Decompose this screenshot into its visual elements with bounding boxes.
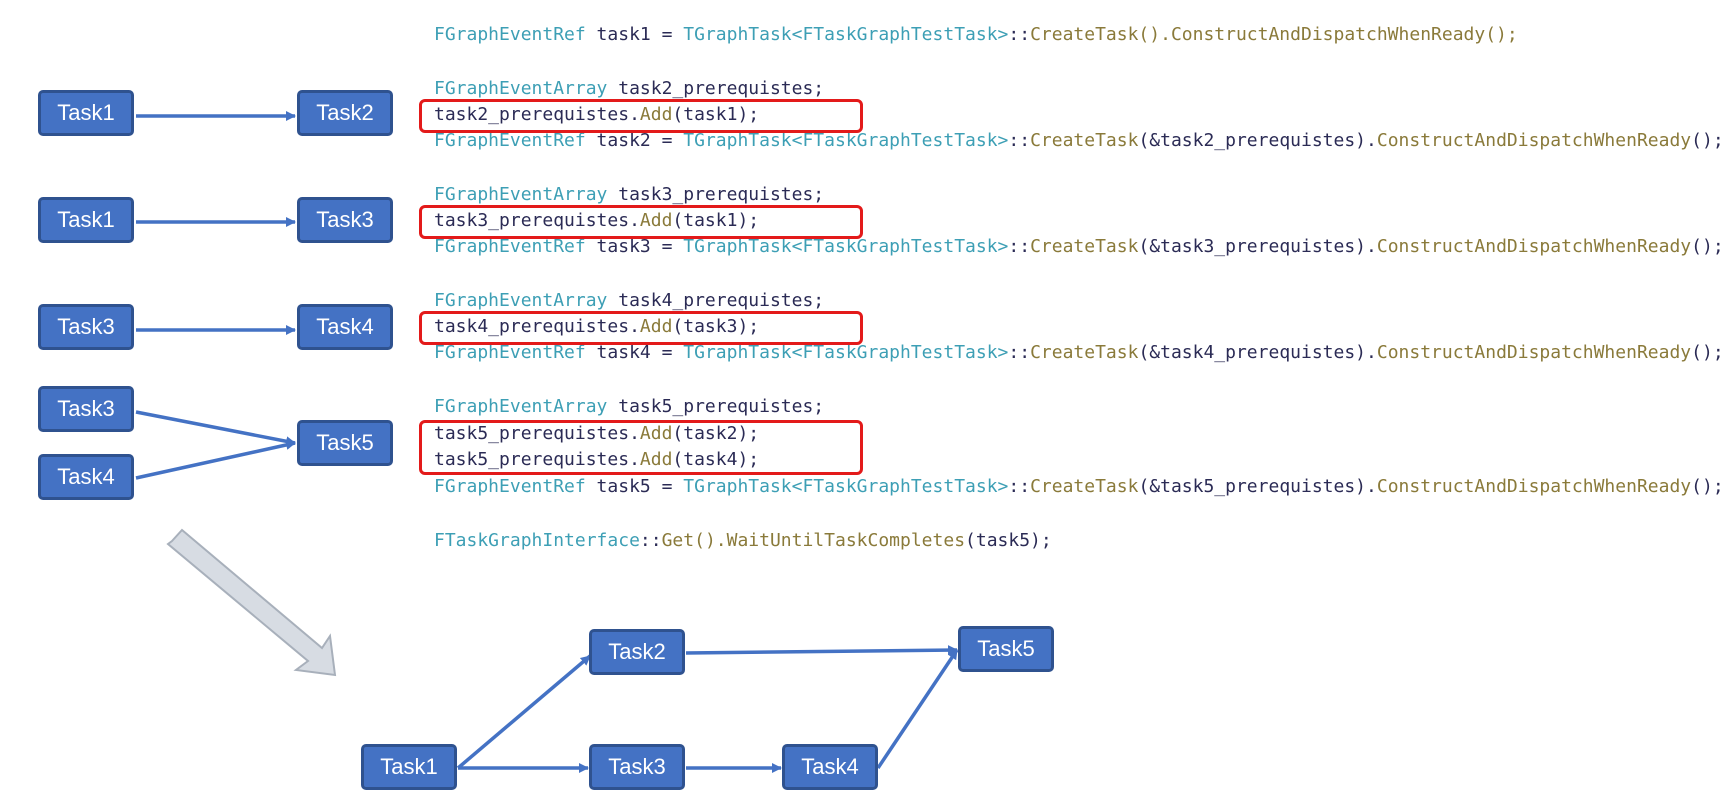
code-func: CreateTask bbox=[1030, 236, 1139, 257]
code-text: (); bbox=[1691, 342, 1724, 363]
code-type: TGraphTask<FTaskGraphTestTask> bbox=[683, 130, 1009, 151]
code-text: :: bbox=[1008, 24, 1031, 45]
node-task4: Task4 bbox=[297, 304, 393, 350]
code-text: :: bbox=[1008, 476, 1031, 497]
code-type: FGraphEventArray bbox=[434, 78, 608, 99]
code-line-wait: FTaskGraphInterface::Get().WaitUntilTask… bbox=[434, 528, 1052, 554]
code-type: TGraphTask<FTaskGraphTestTask> bbox=[683, 342, 1009, 363]
highlight-task3-add bbox=[419, 205, 863, 239]
code-text: (&task2_prerequistes). bbox=[1138, 130, 1377, 151]
code-type: TGraphTask<FTaskGraphTestTask> bbox=[683, 24, 1009, 45]
merged-node-task5: Task5 bbox=[958, 626, 1054, 672]
edge-task3-task5 bbox=[135, 410, 296, 447]
code-text: (); bbox=[1691, 130, 1724, 151]
code-func: CreateTask bbox=[1030, 130, 1139, 151]
highlight-task4-add bbox=[419, 311, 863, 345]
code-text: task1 = bbox=[585, 24, 684, 45]
merged-node-task4: Task4 bbox=[782, 744, 878, 790]
code-text: (&task4_prerequistes). bbox=[1138, 342, 1377, 363]
code-text: task2_prerequistes; bbox=[607, 78, 825, 99]
edges-layer bbox=[135, 111, 959, 773]
code-text: (task5); bbox=[965, 530, 1052, 551]
code-func: CreateTask bbox=[1030, 342, 1139, 363]
code-text: (); bbox=[1691, 476, 1724, 497]
merged-node-task2: Task2 bbox=[589, 629, 685, 675]
code-type: FGraphEventRef bbox=[434, 476, 586, 497]
code-line-task5-array: FGraphEventArray task5_prerequistes; bbox=[434, 394, 824, 420]
edge-m-task1-task2 bbox=[456, 654, 592, 770]
task-graph-diagram: Task1 Task2 Task1 Task3 Task3 Task4 Task… bbox=[0, 0, 1733, 811]
code-type: FGraphEventRef bbox=[434, 24, 586, 45]
node-task3: Task3 bbox=[297, 197, 393, 243]
code-func: ConstructAndDispatchWhenReady bbox=[1376, 476, 1692, 497]
node-task1: Task1 bbox=[38, 90, 134, 136]
edge-m-task4-task5 bbox=[876, 649, 959, 769]
code-type: FGraphEventRef bbox=[434, 130, 586, 151]
code-text: task4_prerequistes; bbox=[607, 290, 825, 311]
code-func: Get().WaitUntilTaskCompletes bbox=[661, 530, 966, 551]
code-func: ConstructAndDispatchWhenReady bbox=[1376, 130, 1692, 151]
highlight-task5-add bbox=[419, 420, 863, 475]
code-type: FGraphEventRef bbox=[434, 236, 586, 257]
edge-m-task2-task5 bbox=[685, 645, 958, 656]
code-text: (&task5_prerequistes). bbox=[1138, 476, 1377, 497]
code-type: FGraphEventArray bbox=[434, 396, 608, 417]
code-text: task5 = bbox=[585, 476, 684, 497]
code-text: (&task3_prerequistes). bbox=[1138, 236, 1377, 257]
code-type: FGraphEventArray bbox=[434, 290, 608, 311]
code-text: task5_prerequistes; bbox=[607, 396, 825, 417]
code-func: CreateTask bbox=[1030, 476, 1139, 497]
code-text: task2 = bbox=[585, 130, 684, 151]
merged-node-task3: Task3 bbox=[589, 744, 685, 790]
node-task2: Task2 bbox=[297, 90, 393, 136]
merged-node-task1: Task1 bbox=[361, 744, 457, 790]
code-text: task4 = bbox=[585, 342, 684, 363]
code-type: TGraphTask<FTaskGraphTestTask> bbox=[683, 236, 1009, 257]
code-text: (); bbox=[1691, 236, 1724, 257]
code-text: task3_prerequistes; bbox=[607, 184, 825, 205]
node-task4: Task4 bbox=[38, 454, 134, 500]
node-task3: Task3 bbox=[38, 304, 134, 350]
transition-arrow-icon bbox=[166, 528, 337, 677]
code-type: FGraphEventRef bbox=[434, 342, 586, 363]
node-task5: Task5 bbox=[297, 420, 393, 466]
highlight-task2-add bbox=[419, 99, 863, 133]
code-func: ConstructAndDispatchWhenReady bbox=[1376, 342, 1692, 363]
node-task1: Task1 bbox=[38, 197, 134, 243]
code-text: :: bbox=[639, 530, 662, 551]
node-task3: Task3 bbox=[38, 386, 134, 432]
code-func: CreateTask().ConstructAndDispatchWhenRea… bbox=[1030, 24, 1518, 45]
code-line-task5-create: FGraphEventRef task5 = TGraphTask<FTaskG… bbox=[434, 474, 1724, 500]
code-func: ConstructAndDispatchWhenReady bbox=[1376, 236, 1692, 257]
code-text: :: bbox=[1008, 342, 1031, 363]
code-type: TGraphTask<FTaskGraphTestTask> bbox=[683, 476, 1009, 497]
code-line-task1: FGraphEventRef task1 = TGraphTask<FTaskG… bbox=[434, 22, 1518, 48]
code-text: :: bbox=[1008, 130, 1031, 151]
code-type: FGraphEventArray bbox=[434, 184, 608, 205]
edge-task4-task5 bbox=[135, 440, 296, 480]
code-text: :: bbox=[1008, 236, 1031, 257]
code-text: task3 = bbox=[585, 236, 684, 257]
code-type: FTaskGraphInterface bbox=[434, 530, 640, 551]
